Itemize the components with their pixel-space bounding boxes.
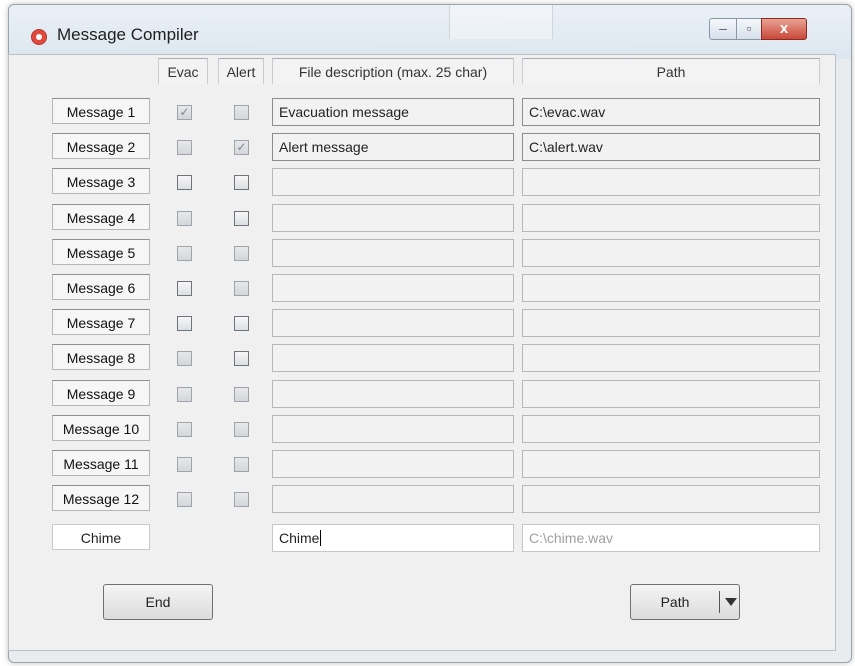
message-label: Message 2 [52,133,150,159]
description-input[interactable]: Evacuation message [272,98,514,126]
end-button[interactable]: End [103,584,213,620]
description-input[interactable] [272,415,514,443]
app-icon [31,29,47,45]
evac-checkbox[interactable] [177,140,192,155]
window-title: Message Compiler [57,25,199,44]
path-text: C:\evac.wav [529,104,606,120]
description-input[interactable] [272,239,514,267]
evac-checkbox[interactable] [177,422,192,437]
minimize-button[interactable]: – [709,18,737,40]
description-input[interactable] [272,274,514,302]
description-input[interactable] [272,344,514,372]
column-header-description: File description (max. 25 char) [272,58,514,84]
message-label: Message 12 [52,485,150,511]
alert-checkbox[interactable] [234,211,249,226]
path-input[interactable] [522,204,820,232]
description-input[interactable] [272,168,514,196]
chime-path-input[interactable]: C:\chime.wav [522,524,820,552]
alert-checkbox[interactable] [234,422,249,437]
alert-checkbox[interactable] [234,316,249,331]
evac-checkbox[interactable]: ✓ [177,105,192,120]
description-input[interactable] [272,380,514,408]
title-bar[interactable]: Message Compiler – ▫ x [9,5,851,59]
chime-path-placeholder: C:\chime.wav [529,530,614,546]
evac-checkbox[interactable] [177,387,192,402]
minimize-icon: – [719,20,727,36]
evac-checkbox[interactable] [177,457,192,472]
alert-checkbox[interactable]: ✓ [234,140,249,155]
evac-checkbox[interactable] [177,351,192,366]
chime-description-text: Chime [279,530,320,546]
message-label: Message 11 [52,450,150,476]
path-input[interactable] [522,168,820,196]
chime-label: Chime [52,524,150,550]
description-input[interactable]: Alert message [272,133,514,161]
path-input[interactable] [522,344,820,372]
description-input[interactable] [272,204,514,232]
path-text: C:\alert.wav [529,139,603,155]
path-input[interactable]: C:\evac.wav [522,98,820,126]
alert-checkbox[interactable] [234,492,249,507]
description-input[interactable] [272,309,514,337]
path-input[interactable] [522,274,820,302]
path-input[interactable]: C:\alert.wav [522,133,820,161]
path-input[interactable] [522,485,820,513]
message-label: Message 10 [52,415,150,441]
path-input[interactable] [522,309,820,337]
evac-checkbox[interactable] [177,281,192,296]
chime-description-input[interactable]: Chime [272,524,514,552]
column-header-alert: Alert [218,58,264,84]
description-text: Alert message [279,139,369,155]
path-input[interactable] [522,415,820,443]
maximize-button[interactable]: ▫ [736,18,762,40]
alert-checkbox[interactable] [234,387,249,402]
evac-checkbox[interactable] [177,246,192,261]
evac-checkbox[interactable] [177,211,192,226]
column-header-evac: Evac [158,58,208,84]
alert-checkbox[interactable] [234,105,249,120]
path-input[interactable] [522,380,820,408]
title-bar-glare [449,5,553,39]
path-input[interactable] [522,239,820,267]
message-label: Message 5 [52,239,150,265]
description-input[interactable] [272,450,514,478]
close-icon: x [779,20,789,37]
text-caret [320,530,322,546]
message-label: Message 4 [52,204,150,230]
close-button[interactable]: x [761,18,807,40]
maximize-icon: ▫ [746,20,752,36]
alert-checkbox[interactable] [234,175,249,190]
evac-checkbox[interactable] [177,316,192,331]
path-input[interactable] [522,450,820,478]
column-header-path: Path [522,58,820,84]
message-label: Message 3 [52,168,150,194]
chevron-down-icon[interactable] [725,598,737,606]
evac-checkbox[interactable] [177,492,192,507]
path-split-button[interactable]: Path [630,584,740,620]
alert-checkbox[interactable] [234,457,249,472]
message-label: Message 1 [52,98,150,124]
path-button-label: Path [660,594,690,610]
message-label: Message 8 [52,344,150,370]
alert-checkbox[interactable] [234,246,249,261]
evac-checkbox[interactable] [177,175,192,190]
message-label: Message 7 [52,309,150,335]
message-label: Message 6 [52,274,150,300]
message-label: Message 9 [52,380,150,406]
description-input[interactable] [272,485,514,513]
alert-checkbox[interactable] [234,281,249,296]
description-text: Evacuation message [279,104,409,120]
alert-checkbox[interactable] [234,351,249,366]
split-separator [719,591,720,613]
